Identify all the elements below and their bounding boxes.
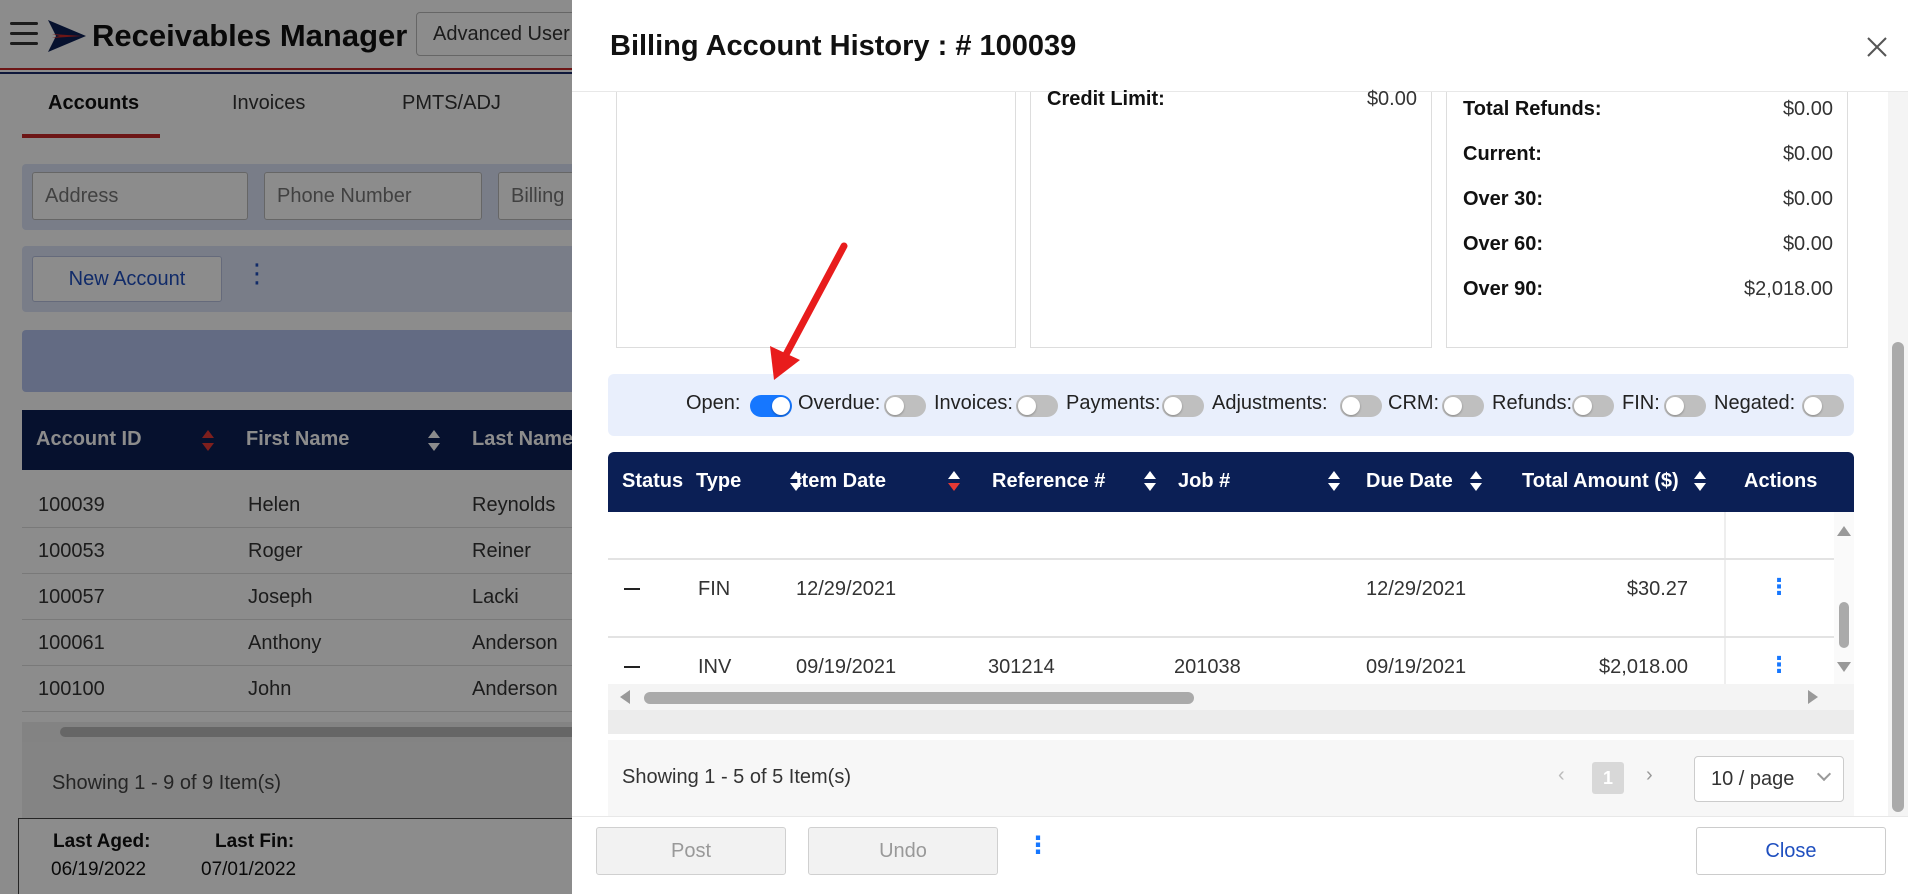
toggle-payments-label: Payments:: [1066, 392, 1161, 414]
chevron-down-icon: [1816, 766, 1832, 782]
over-60-label: Over 60:: [1463, 233, 1544, 255]
scrollbar-thumb[interactable]: [1839, 602, 1849, 648]
history-pager: Showing 1 - 5 of 5 Item(s) ‹ 1 › 10 / pa…: [608, 740, 1854, 820]
column-due-date[interactable]: Due Date: [1366, 470, 1453, 493]
over-30-label: Over 30:: [1463, 188, 1544, 210]
toggle-overdue-switch[interactable]: [884, 395, 926, 417]
toggle-payments-switch[interactable]: [1162, 395, 1204, 417]
page-size-value: 10 / page: [1711, 768, 1795, 790]
credit-panel: Credit Limit: $0.00: [1030, 88, 1432, 348]
history-table-header: Status Type Item Date Reference # Job # …: [608, 452, 1854, 512]
total-refunds-value: $0.00: [1782, 98, 1833, 120]
current-value: $0.00: [1782, 143, 1833, 165]
drawer-header: Billing Account History : # 100039: [572, 0, 1908, 92]
toggle-fin-switch[interactable]: [1664, 395, 1706, 417]
amount-cell: $30.27: [1626, 578, 1688, 600]
status-dash-icon: [624, 666, 640, 668]
billing-history-drawer: Billing Account History : # 100039 Credi…: [572, 0, 1908, 894]
column-actions: Actions: [1744, 470, 1818, 492]
toggle-negated-label: Negated:: [1714, 392, 1796, 414]
sort-icon[interactable]: [1694, 471, 1706, 493]
history-showing-count: Showing 1 - 5 of 5 Item(s): [622, 766, 851, 788]
table-row[interactable]: FIN 12/29/2021 12/29/2021 $30.27 ⋮: [608, 558, 1834, 636]
scrollbar-thumb[interactable]: [1892, 342, 1904, 812]
row-actions-icon[interactable]: ⋮: [1768, 574, 1790, 600]
undo-button[interactable]: Undo: [808, 827, 998, 875]
toggle-refunds-switch[interactable]: [1572, 395, 1614, 417]
credit-limit-value: $0.00: [1366, 88, 1417, 110]
scrollbar-thumb[interactable]: [644, 692, 1194, 704]
drawer-title: Billing Account History : # 100039: [610, 30, 1077, 62]
amount-cell: $2,018.00: [1599, 656, 1688, 678]
post-button[interactable]: Post: [596, 827, 786, 875]
sort-icon[interactable]: [1328, 471, 1340, 493]
scroll-down-icon[interactable]: [1837, 662, 1851, 672]
page-number-button[interactable]: 1: [1592, 762, 1624, 794]
status-dash-icon: [624, 588, 640, 590]
drawer-footer: Post Undo ⋮ Close: [572, 816, 1908, 894]
aging-summary-panel: Total Refunds: $0.00 Current: $0.00 Over…: [1446, 92, 1848, 348]
sort-icon[interactable]: [948, 471, 960, 493]
scroll-right-icon[interactable]: [1808, 690, 1818, 704]
current-label: Current:: [1463, 143, 1542, 165]
item-date-cell: 12/29/2021: [796, 578, 897, 600]
column-item-date[interactable]: Item Date: [796, 470, 886, 493]
column-job[interactable]: Job #: [1178, 470, 1230, 493]
page-size-select[interactable]: 10 / page: [1694, 756, 1844, 802]
table-horizontal-scrollbar[interactable]: [608, 684, 1854, 710]
toggle-negated-switch[interactable]: [1802, 395, 1844, 417]
toggle-crm-label: CRM:: [1388, 392, 1440, 414]
address-panel: [616, 92, 1016, 348]
close-icon[interactable]: [1864, 34, 1890, 60]
filter-toggles: Open: Overdue: Invoices: Payments: Adjus…: [608, 374, 1854, 436]
type-cell: INV: [698, 656, 732, 678]
column-type[interactable]: Type: [696, 470, 741, 493]
close-button[interactable]: Close: [1696, 827, 1886, 875]
over-60-value: $0.00: [1782, 233, 1833, 255]
toggle-adjustments-label: Adjustments:: [1212, 392, 1328, 414]
next-page-icon[interactable]: ›: [1646, 764, 1653, 787]
due-date-cell: 12/29/2021: [1366, 578, 1467, 600]
table-footer-spacer: [608, 710, 1854, 734]
more-options-icon[interactable]: ⋮: [1026, 831, 1050, 860]
toggle-invoices-switch[interactable]: [1016, 395, 1058, 417]
toggle-invoices-label: Invoices:: [934, 392, 1013, 414]
row-actions-icon[interactable]: ⋮: [1768, 652, 1790, 678]
reference-cell: 301214: [988, 656, 1055, 678]
column-total-amount[interactable]: Total Amount ($): [1522, 470, 1679, 493]
sort-icon[interactable]: [1470, 471, 1482, 493]
toggle-adjustments-switch[interactable]: [1340, 395, 1382, 417]
column-reference[interactable]: Reference #: [992, 470, 1105, 493]
toggle-open-switch[interactable]: [750, 395, 792, 417]
toggle-open-label: Open:: [686, 392, 741, 414]
prev-page-icon[interactable]: ‹: [1558, 764, 1565, 787]
job-cell: 201038: [1174, 656, 1241, 678]
over-90-label: Over 90:: [1463, 278, 1544, 300]
credit-limit-label: Credit Limit:: [1047, 88, 1165, 110]
history-table-body: FIN 12/29/2021 12/29/2021 $30.27 ⋮ INV 0…: [608, 512, 1854, 684]
toggle-overdue-label: Overdue:: [798, 392, 881, 414]
table-vertical-scrollbar[interactable]: [1834, 512, 1854, 684]
total-refunds-label: Total Refunds:: [1463, 98, 1602, 120]
scroll-left-icon[interactable]: [620, 690, 630, 704]
toggle-fin-label: FIN:: [1622, 392, 1660, 414]
column-status[interactable]: Status: [622, 470, 683, 493]
over-90-value: $2,018.00: [1744, 278, 1833, 300]
table-row[interactable]: INV 09/19/2021 301214 201038 09/19/2021 …: [608, 636, 1834, 684]
sort-icon[interactable]: [1144, 471, 1156, 493]
drawer-scrollbar[interactable]: [1888, 92, 1908, 816]
toggle-crm-switch[interactable]: [1442, 395, 1484, 417]
due-date-cell: 09/19/2021: [1366, 656, 1467, 678]
item-date-cell: 09/19/2021: [796, 656, 897, 678]
scroll-up-icon[interactable]: [1837, 526, 1851, 536]
toggle-refunds-label: Refunds:: [1492, 392, 1573, 414]
over-30-value: $0.00: [1782, 188, 1833, 210]
type-cell: FIN: [698, 578, 731, 600]
